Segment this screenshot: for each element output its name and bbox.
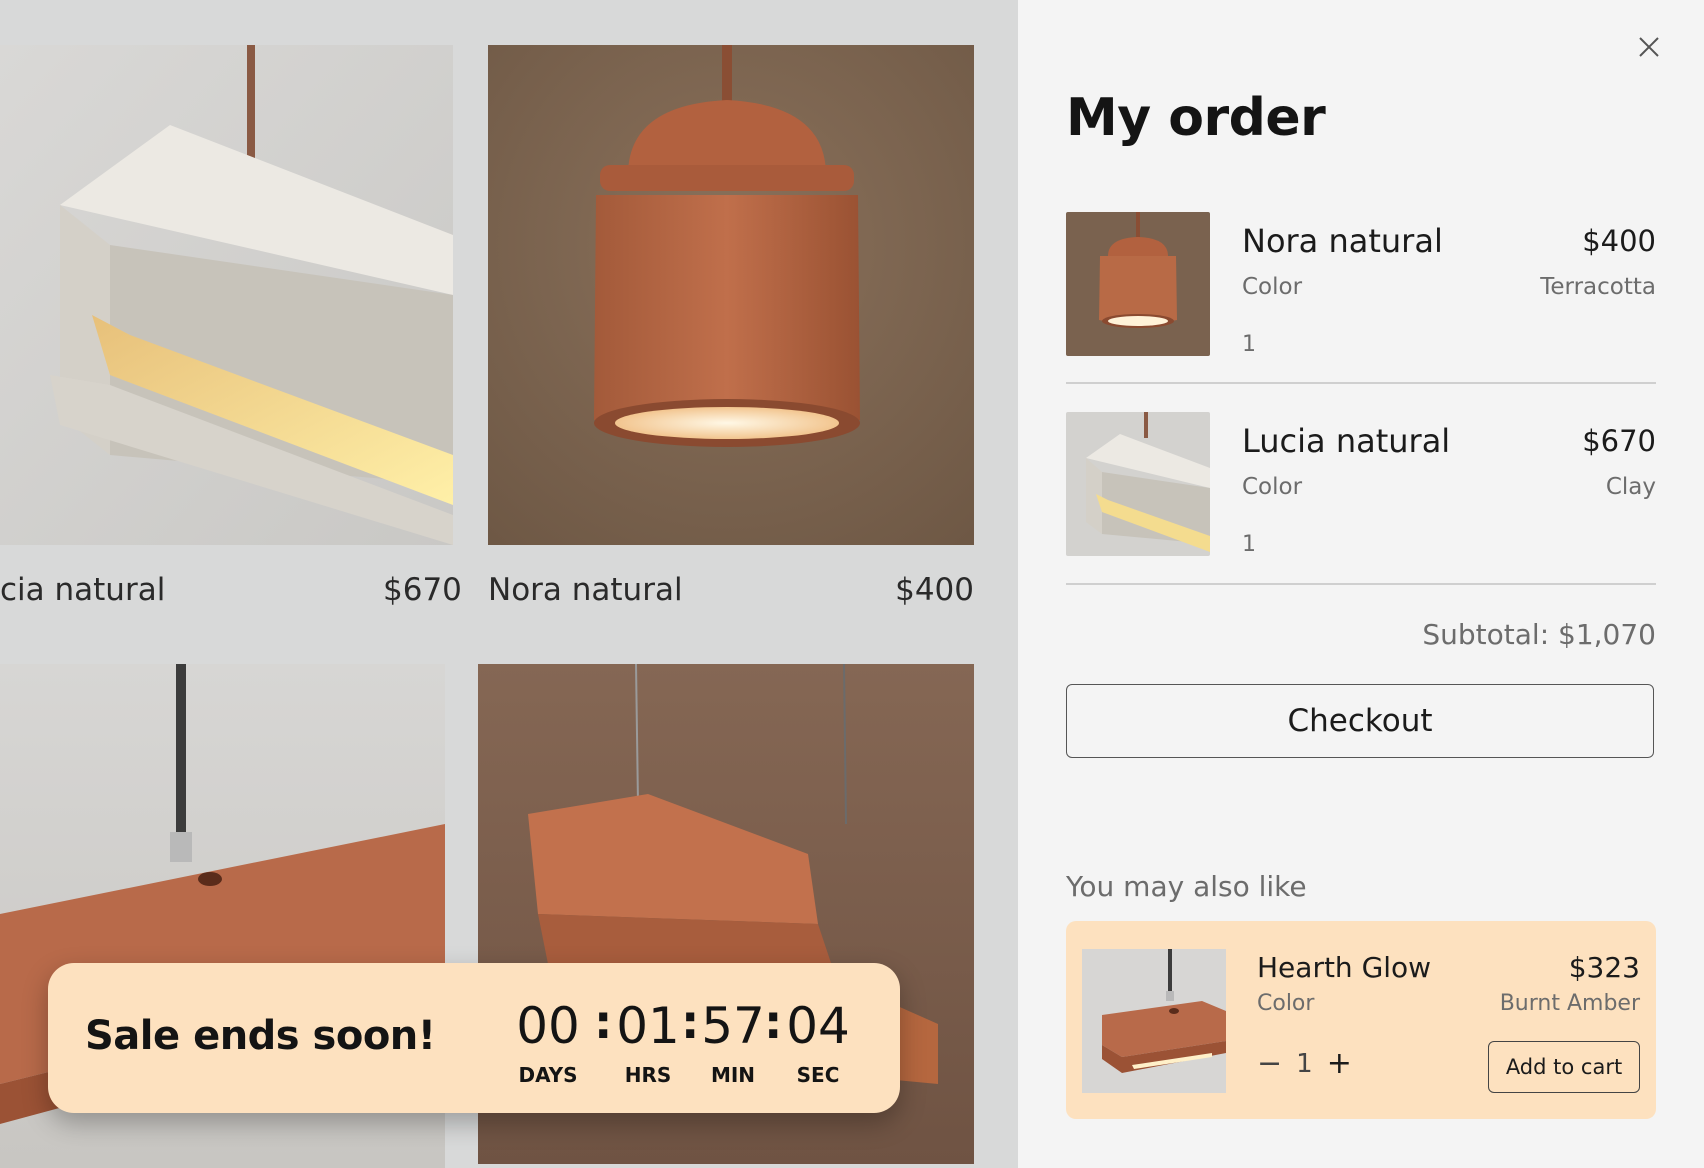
countdown-label-seconds: SEC <box>796 1063 840 1087</box>
countdown-seconds: 04 <box>786 997 850 1055</box>
quantity-stepper: − 1 + <box>1257 1049 1352 1080</box>
recommendation-price: $323 <box>1568 951 1640 984</box>
sale-text: Sale ends soon! <box>85 1013 436 1059</box>
recommendation-color-value: Burnt Amber <box>1499 991 1640 1016</box>
checkout-button[interactable]: Checkout <box>1066 684 1654 758</box>
sale-banner: Sale ends soon! 00 : 01 : 57 : 04 DAYS H… <box>48 963 900 1113</box>
order-item-thumbnail[interactable] <box>1066 412 1210 556</box>
countdown-label-days: DAYS <box>518 1063 578 1087</box>
countdown-label-hours: HRS <box>624 1063 672 1087</box>
add-to-cart-button[interactable]: Add to cart <box>1488 1041 1640 1093</box>
order-item-color-label: Color <box>1242 474 1303 500</box>
order-item-thumbnail[interactable] <box>1066 212 1210 356</box>
product-name[interactable]: Nora natural <box>488 572 683 608</box>
increment-button[interactable]: + <box>1327 1049 1352 1079</box>
order-item-name: Nora natural <box>1242 222 1443 260</box>
product-grid: cia natural $670 Nora natural $400 Sale … <box>0 0 1018 1168</box>
product-image-nora[interactable] <box>488 45 974 545</box>
divider <box>1066 583 1656 585</box>
order-item-color-value: Terracotta <box>1540 274 1656 300</box>
divider <box>1066 382 1656 384</box>
order-item-quantity: 1 <box>1242 532 1256 557</box>
recommendation-card: Hearth Glow $323 Color Burnt Amber − 1 +… <box>1066 921 1656 1119</box>
order-panel: My order Nora natural $400 Color Terraco… <box>1018 0 1704 1168</box>
order-item-price: $400 <box>1582 224 1656 258</box>
decrement-button[interactable]: − <box>1257 1049 1282 1079</box>
order-item-price: $670 <box>1582 424 1656 458</box>
recommendations-heading: You may also like <box>1066 870 1307 903</box>
recommendation-color-label: Color <box>1257 991 1315 1016</box>
product-price: $670 <box>383 572 462 608</box>
recommendation-name: Hearth Glow <box>1257 951 1432 984</box>
product-name[interactable]: cia natural <box>0 572 165 608</box>
order-item-quantity: 1 <box>1242 332 1256 357</box>
order-item: Lucia natural $670 Color Clay 1 <box>1066 412 1656 612</box>
subtotal: Subtotal: $1,070 <box>1422 618 1656 651</box>
quantity-value: 1 <box>1296 1049 1313 1079</box>
countdown-days: 00 <box>516 997 580 1055</box>
countdown-label-minutes: MIN <box>710 1063 756 1087</box>
close-icon[interactable] <box>1632 30 1666 64</box>
product-image-lucia[interactable] <box>0 45 453 545</box>
product-price: $400 <box>895 572 974 608</box>
recommendation-thumbnail[interactable] <box>1082 949 1226 1093</box>
order-title: My order <box>1066 88 1326 148</box>
order-item-name: Lucia natural <box>1242 422 1451 460</box>
order-item-color-label: Color <box>1242 274 1303 300</box>
order-item-color-value: Clay <box>1605 474 1656 500</box>
